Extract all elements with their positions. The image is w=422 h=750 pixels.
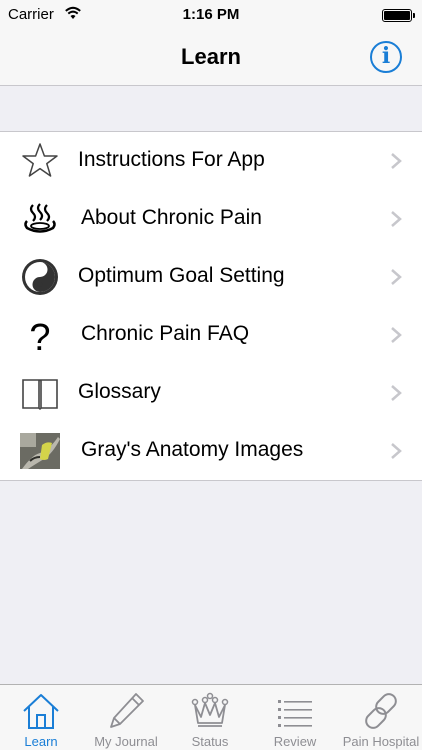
tab-review[interactable]: Review — [250, 685, 340, 750]
info-icon: i — [381, 43, 391, 69]
menu-item-label: Instructions For App — [78, 148, 265, 171]
menu-item-label: Chronic Pain FAQ — [81, 322, 250, 345]
link-icon — [365, 693, 397, 729]
list-icon — [278, 700, 312, 727]
svg-text:?: ? — [29, 317, 50, 355]
status-bar: Carrier 1:16 PM — [0, 0, 422, 30]
menu-item-faq[interactable]: ? Chronic Pain FAQ — [0, 306, 422, 364]
chevron-right-icon — [391, 211, 402, 227]
chevron-right-icon — [391, 153, 402, 169]
chevron-right-icon — [391, 269, 402, 285]
chevron-right-icon — [391, 443, 402, 459]
hot-spring-icon — [24, 203, 56, 233]
menu-item-label: Optimum Goal Setting — [78, 264, 285, 287]
menu-item-label: About Chronic Pain — [81, 206, 262, 229]
chevron-right-icon — [391, 327, 402, 343]
home-icon — [23, 694, 59, 729]
menu-item-goal-setting[interactable]: Optimum Goal Setting — [0, 248, 422, 306]
tab-learn[interactable]: Learn — [0, 685, 82, 750]
tab-my-journal[interactable]: My Journal — [82, 685, 170, 750]
tab-pain-hospital[interactable]: Pain Hospital — [340, 685, 422, 750]
menu-item-about-chronic-pain[interactable]: About Chronic Pain — [0, 190, 422, 248]
open-book-icon — [22, 379, 58, 410]
question-mark-icon: ? — [29, 317, 50, 355]
menu-item-label: Glossary — [78, 380, 161, 403]
anatomy-thumbnail — [20, 433, 60, 469]
navigation-bar: Learn i — [0, 30, 422, 86]
tab-label: Pain Hospital — [342, 734, 420, 749]
learn-menu-list: Instructions For App About Chronic Pain … — [0, 131, 422, 481]
tab-label: Learn — [24, 734, 58, 749]
tab-label: My Journal — [94, 734, 158, 749]
tab-status[interactable]: Status — [170, 685, 250, 750]
info-button[interactable]: i — [370, 41, 402, 73]
yin-yang-icon — [22, 259, 58, 295]
menu-item-label: Gray's Anatomy Images — [81, 438, 304, 461]
battery-icon — [382, 9, 415, 22]
tab-label: Review — [273, 734, 317, 749]
star-icon — [22, 143, 58, 177]
menu-item-anatomy-images[interactable]: Gray's Anatomy Images — [0, 422, 422, 480]
menu-item-instructions[interactable]: Instructions For App — [0, 132, 422, 190]
status-time: 1:16 PM — [182, 6, 240, 23]
chevron-right-icon — [391, 385, 402, 401]
tab-label: Status — [191, 734, 229, 749]
crown-icon — [191, 692, 229, 727]
pencil-icon — [110, 693, 144, 728]
page-title: Learn — [181, 44, 241, 69]
menu-item-glossary[interactable]: Glossary — [0, 364, 422, 422]
tab-bar: Learn My Journal Status Review Pain Hosp… — [0, 684, 422, 750]
